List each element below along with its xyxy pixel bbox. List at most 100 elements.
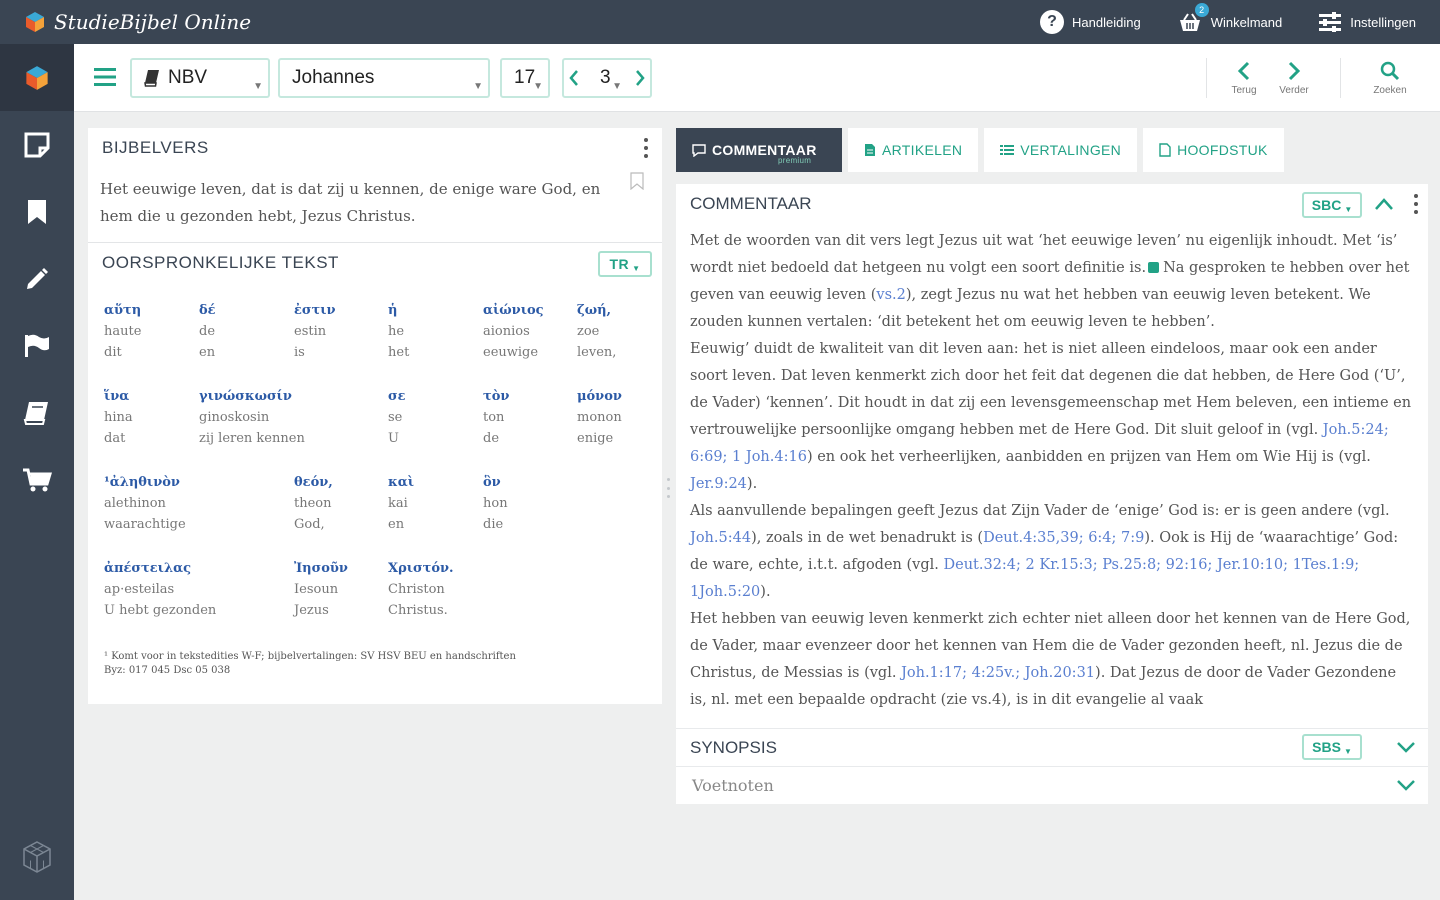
scripture-link[interactable]: vs.2: [876, 287, 905, 303]
chevron-down-icon[interactable]: [1396, 739, 1416, 755]
scripture-link[interactable]: Deut.4:35,39; 6:4; 7:9: [983, 530, 1144, 546]
tab-vertalingen-label: VERTALINGEN: [1020, 142, 1122, 158]
next-verse-button[interactable]: [630, 58, 650, 98]
chevron-right-icon: [636, 70, 645, 86]
back-button[interactable]: Terug: [1224, 44, 1264, 112]
interlinear-word[interactable]: δέ de en: [199, 300, 216, 363]
sidebar-item-library[interactable]: [0, 379, 74, 446]
interlinear-word[interactable]: ὃν hon die: [483, 472, 508, 535]
chevron-up-icon[interactable]: [1374, 197, 1394, 211]
cube-outline-icon[interactable]: [21, 840, 53, 874]
caret-down-icon: ▼: [1344, 204, 1353, 214]
chevron-left-icon: [569, 70, 578, 86]
interlinear-word[interactable]: Ἰησοῦν Iesoun Jezus: [294, 558, 348, 621]
toolbar-divider: [1206, 58, 1207, 98]
settings-button[interactable]: Instellingen: [1318, 12, 1416, 32]
scripture-link[interactable]: Joh.1:17; 4:25v.; Joh.20:31: [901, 665, 1095, 681]
caret-down-icon: ▼: [533, 81, 543, 92]
pencil-icon: [27, 267, 48, 289]
synopsis-section[interactable]: SYNOPSIS SBS ▼: [676, 728, 1428, 766]
chapter-select[interactable]: 17 ▼: [500, 58, 550, 98]
toolbar: NBV ▼ Johannes ▼ 17 ▼ 3 ▼ Terug Verder Z…: [74, 44, 1440, 112]
note-marker-icon[interactable]: [1148, 262, 1160, 273]
translation-select[interactable]: NBV ▼: [130, 58, 270, 98]
interlinear-word[interactable]: ζωή, zoe leven,: [577, 300, 616, 363]
interlinear-word[interactable]: σε se U: [388, 386, 406, 449]
footnotes-section[interactable]: Voetnoten: [676, 766, 1428, 804]
panel-resize-handle[interactable]: [667, 478, 670, 498]
sidebar-item-notes[interactable]: [0, 111, 74, 178]
sidebar-item-bookmarks[interactable]: [0, 178, 74, 245]
sidebar-item-edit[interactable]: [0, 245, 74, 312]
commentary-source-badge[interactable]: SBC ▼: [1302, 192, 1362, 218]
more-options-icon[interactable]: [1414, 194, 1418, 214]
interlinear-word[interactable]: Χριστόν. Christon Christus.: [388, 558, 454, 621]
chevron-left-icon: [1237, 61, 1250, 80]
tab-commentaar[interactable]: COMMENTAAR premium: [676, 128, 842, 172]
interlinear-word[interactable]: ἀπέστειλας ap·esteilas U hebt gezonden: [104, 558, 216, 621]
search-button[interactable]: Zoeken: [1368, 44, 1412, 112]
help-button[interactable]: ? Handleiding: [1040, 10, 1141, 34]
cube-logo-icon: [26, 65, 48, 90]
verse-panel: BIJBELVERS Het eeuwige leven, dat is dat…: [88, 128, 662, 704]
caret-down-icon: ▼: [612, 81, 622, 92]
list-icon: [1000, 145, 1015, 155]
comment-icon: [692, 143, 706, 157]
caret-down-icon: ▼: [632, 263, 641, 273]
sidebar-item-flags[interactable]: [0, 312, 74, 379]
interlinear-word[interactable]: ¹ἀληθινὸν alethinon waarachtige: [104, 472, 186, 535]
interlinear-word[interactable]: τὸν ton de: [483, 386, 509, 449]
scripture-link[interactable]: Joh.5:44: [690, 530, 751, 546]
sidebar-item-shop[interactable]: [0, 446, 74, 513]
brand[interactable]: StudieBijbel Online: [24, 10, 251, 34]
interlinear-word[interactable]: θεόν, theon God,: [294, 472, 333, 535]
cart-button[interactable]: 2 Winkelmand: [1177, 3, 1283, 33]
interlinear-word[interactable]: ἵνα hina dat: [104, 386, 133, 449]
note-icon: [24, 132, 50, 157]
cart-count-badge: 2: [1194, 3, 1209, 17]
commentary-paragraph: Het hebben van eeuwig leven kenmerkt zic…: [690, 611, 1411, 708]
scripture-link[interactable]: Jer.9:24: [690, 476, 747, 492]
book-icon: [23, 401, 48, 425]
synopsis-title: SYNOPSIS: [690, 737, 777, 757]
commentary-body: Met de woorden van dit vers legt Jezus u…: [676, 224, 1428, 728]
synopsis-source-badge[interactable]: SBS ▼: [1302, 734, 1362, 760]
tab-artikelen[interactable]: ARTIKELEN: [848, 128, 979, 172]
verse-section-header: BIJBELVERS: [88, 128, 662, 168]
forward-button[interactable]: Verder: [1274, 44, 1314, 112]
tab-hoofdstuk[interactable]: HOOFDSTUK: [1143, 128, 1284, 172]
interlinear-word[interactable]: γινώσκωσίν ginoskosin zij leren kennen: [199, 386, 305, 449]
interlinear-word[interactable]: αὕτη haute dit: [104, 300, 141, 363]
footnotes-title: Voetnoten: [692, 776, 774, 795]
interlinear-word[interactable]: ἡ he het: [388, 300, 409, 363]
source-select-badge[interactable]: TR ▼: [598, 251, 652, 277]
previous-verse-button[interactable]: [564, 58, 584, 98]
sidebar-item-home[interactable]: [0, 44, 74, 111]
toolbar-divider: [1340, 58, 1341, 98]
interlinear-word[interactable]: μόνον monon enige: [577, 386, 622, 449]
study-tabs: COMMENTAAR premium ARTIKELEN VERTALINGEN…: [676, 128, 1284, 172]
document-icon: [865, 144, 875, 156]
commentary-paragraph: Met de woorden van dit vers legt Jezus u…: [690, 233, 1410, 330]
commentary-paragraph: Als aanvullende bepalingen geeft Jezus d…: [690, 503, 1399, 600]
bookmark-outline-icon[interactable]: [630, 172, 644, 190]
back-label: Terug: [1231, 84, 1257, 96]
verse-text: Het eeuwige leven, dat is dat zij u kenn…: [88, 168, 662, 242]
book-value: Johannes: [292, 67, 375, 88]
book-select[interactable]: Johannes ▼: [278, 58, 490, 98]
file-icon: [1159, 143, 1171, 157]
cart-label: Winkelmand: [1210, 14, 1283, 30]
interlinear-word[interactable]: ἐστιν estin is: [294, 300, 336, 363]
more-options-icon[interactable]: [644, 138, 648, 158]
chevron-down-icon[interactable]: [1396, 777, 1416, 793]
commentary-paragraph: Eeuwig’ duidt de kwaliteit van dit leven…: [690, 341, 1412, 492]
interlinear-word[interactable]: αἰώνιος aionios eeuwige: [483, 300, 544, 363]
commentary-header: COMMENTAAR SBC ▼: [676, 184, 1428, 224]
menu-icon[interactable]: [94, 66, 116, 88]
tab-vertalingen[interactable]: VERTALINGEN: [984, 128, 1138, 172]
left-sidebar: [0, 44, 74, 900]
interlinear-word[interactable]: καὶ kai en: [388, 472, 414, 535]
text-critical-footnote: ¹ Komt voor in tekstedities W-F; bijbelv…: [104, 651, 516, 676]
search-icon: [1380, 61, 1400, 80]
caret-down-icon: ▼: [253, 81, 263, 92]
